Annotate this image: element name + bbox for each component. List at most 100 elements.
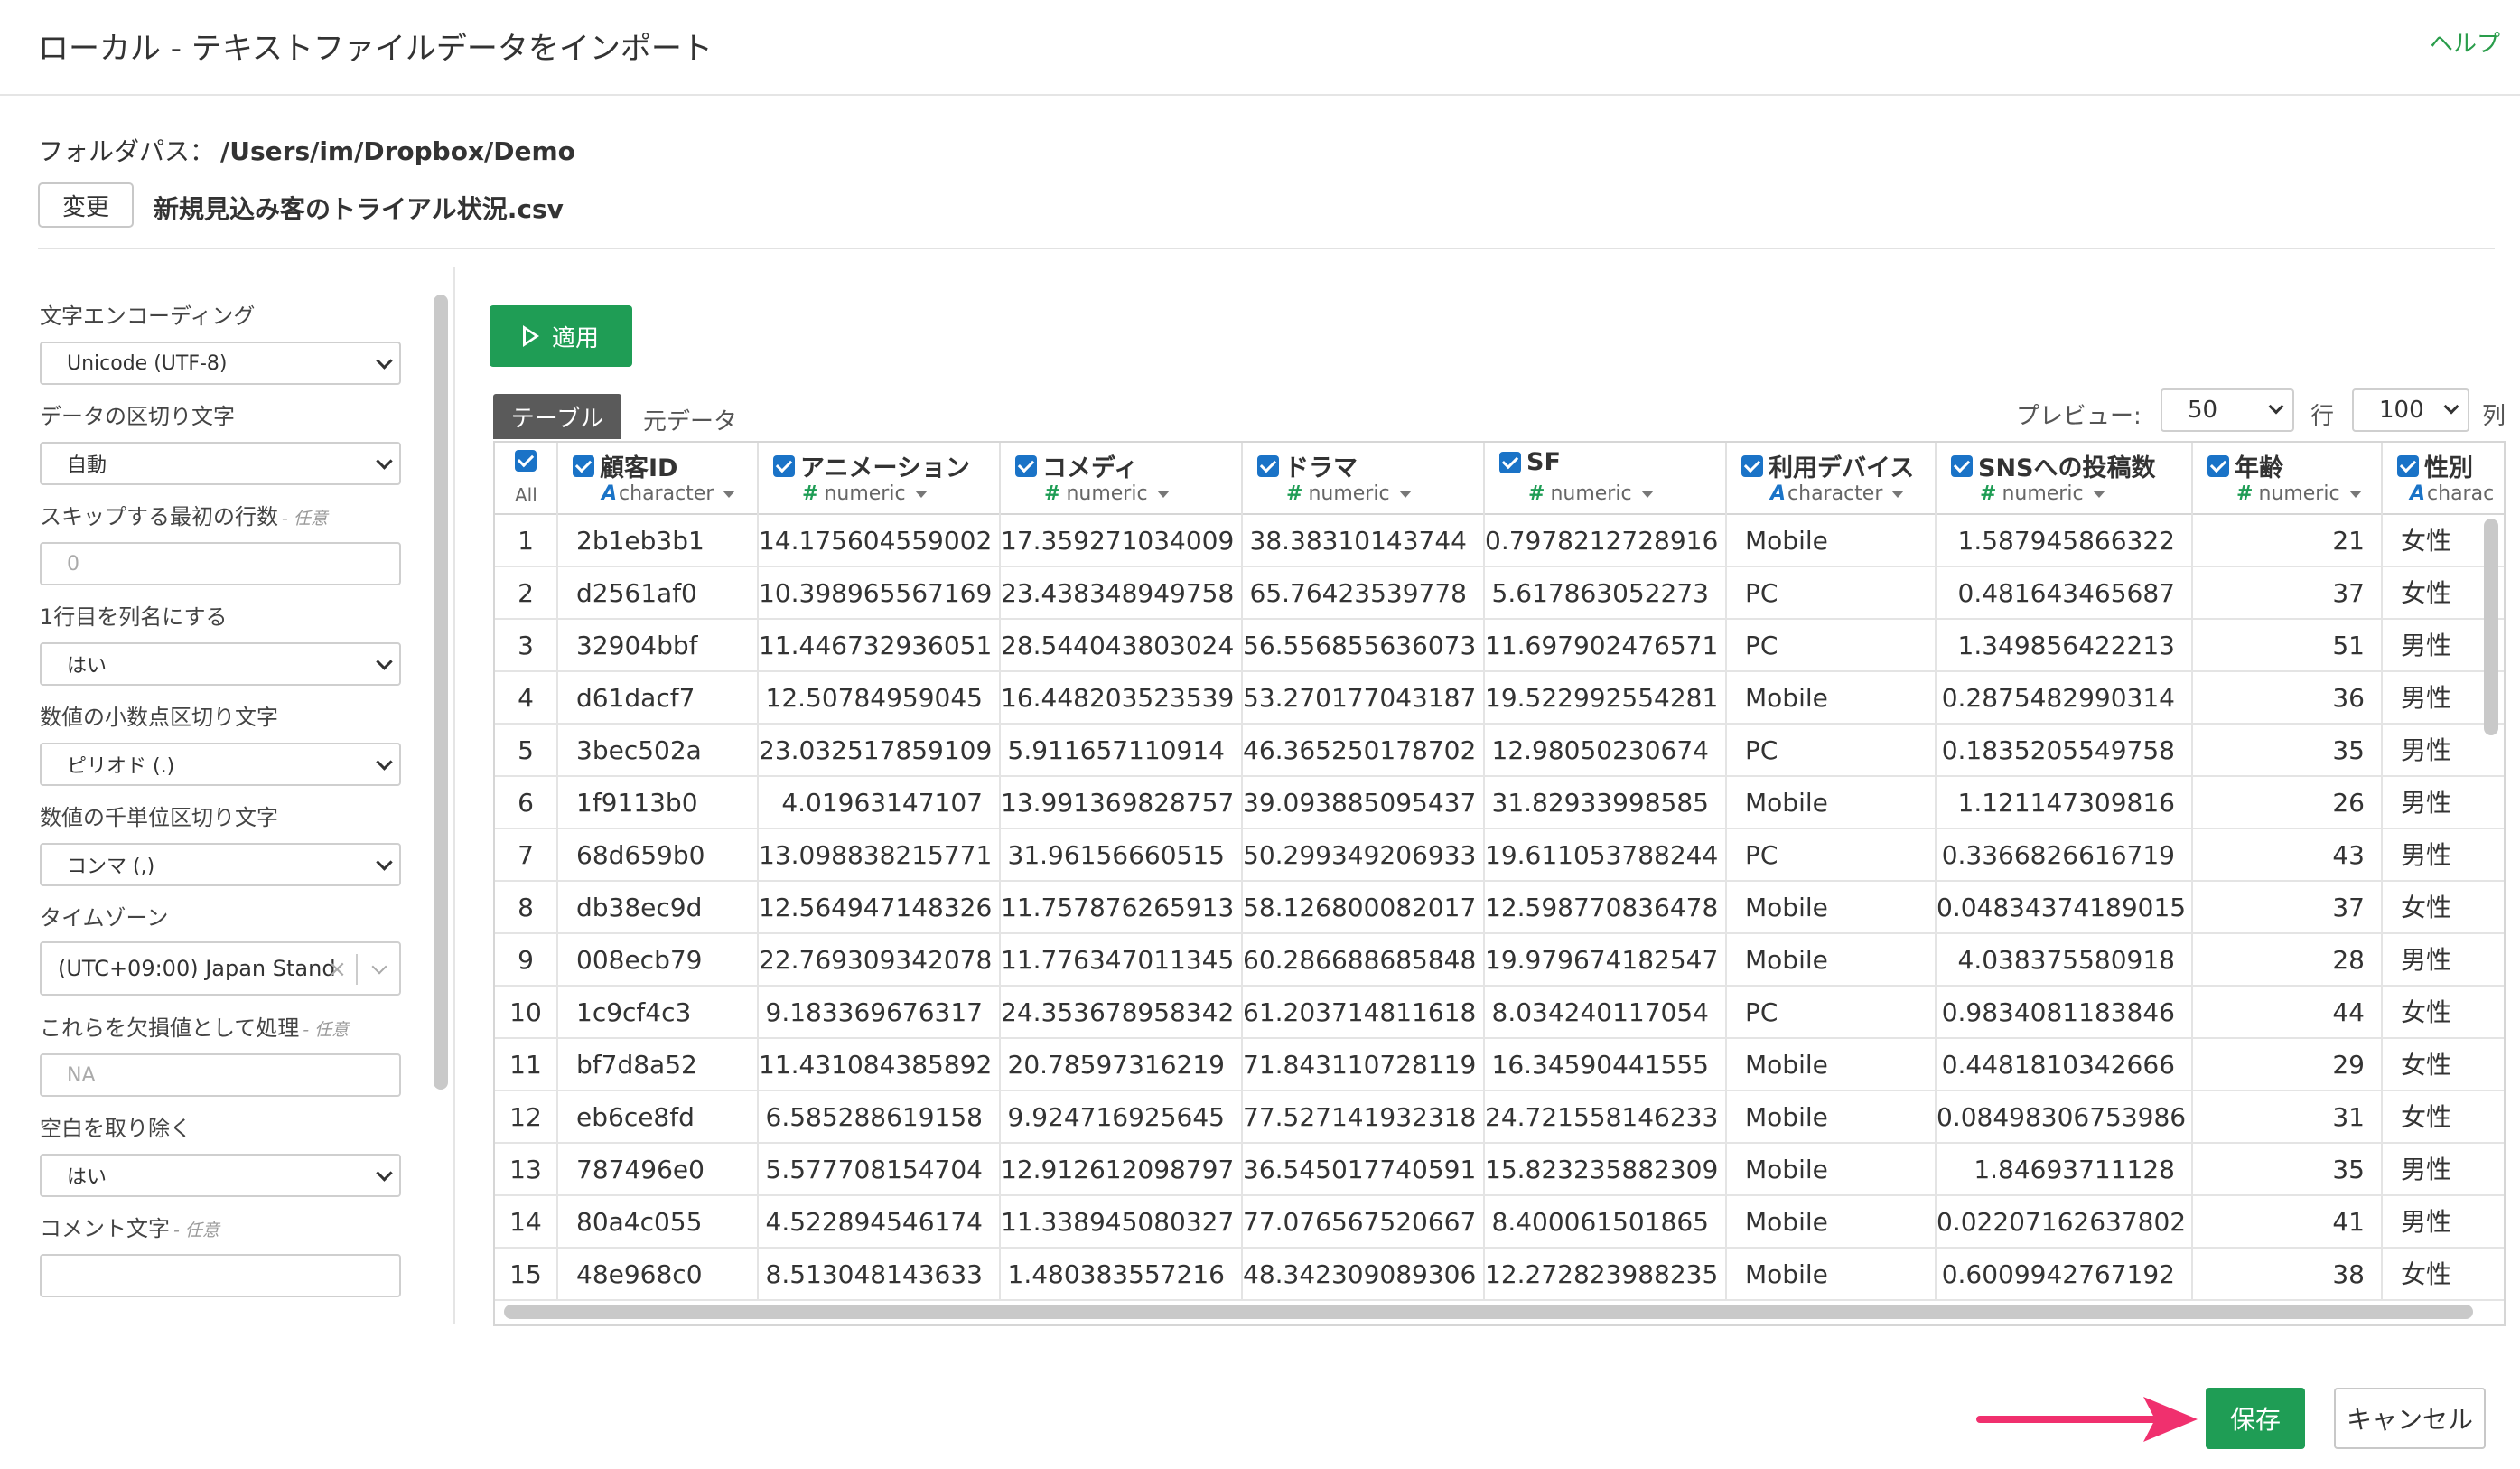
grid-header: All 顧客ID Acharacter アニメーション # numeric コメデ… <box>495 443 2504 515</box>
table-cell: 53.270177043187 <box>1243 672 1485 725</box>
column-type-dropdown[interactable]: # numeric <box>2236 482 2362 505</box>
table-cell: 23.438348949758 <box>1001 567 1243 620</box>
header-row-select[interactable]: はい <box>40 642 401 686</box>
na-values-label: これらを欠損値として処理 - 任意 <box>40 1010 401 1042</box>
save-button[interactable]: 保存 <box>2206 1388 2305 1449</box>
trim-ws-select[interactable]: はい <box>40 1154 401 1197</box>
column-checkbox[interactable] <box>1951 454 1973 477</box>
table-cell: 48.342309089306 <box>1243 1249 1485 1301</box>
row-index-cell: 3 <box>495 620 558 672</box>
table-cell: 51 <box>2193 620 2383 672</box>
table-cell: 58.126800082017 <box>1243 882 1485 934</box>
column-type-dropdown[interactable]: # numeric <box>1980 482 2105 505</box>
table-row: 12 eb6ce8fd 6.585288619158 9.924716925645 77… <box>495 1091 2504 1144</box>
column-checkbox[interactable] <box>1499 451 1521 473</box>
table-cell: PC <box>1727 987 1937 1039</box>
column-checkbox[interactable] <box>2207 454 2229 477</box>
table-cell: 50.299349206933 <box>1243 829 1485 882</box>
table-cell: 12.272823988235 <box>1485 1249 1727 1301</box>
table-cell: 28 <box>2193 934 2383 987</box>
caret-down-icon <box>2348 491 2362 498</box>
tab-raw-data[interactable]: 元データ <box>643 403 737 436</box>
row-index-cell: 4 <box>495 672 558 725</box>
grouping-mark-select[interactable]: コンマ (,) <box>40 843 401 886</box>
column-type-dropdown[interactable]: # numeric <box>1528 482 1654 505</box>
numeric-type-icon: # <box>1980 482 1997 505</box>
table-cell: 35 <box>2193 725 2383 777</box>
select-all-checkbox[interactable] <box>515 450 537 472</box>
column-checkbox[interactable] <box>1741 454 1763 477</box>
column-type-dropdown[interactable]: Acharacter <box>602 482 736 505</box>
preview-rows-select[interactable]: 50 <box>2161 388 2294 432</box>
delimiter-setting: データの区切り文字 自動 <box>40 398 401 485</box>
row-index-cell: 1 <box>495 515 558 567</box>
table-cell: PC <box>1727 725 1937 777</box>
preview-cols-value: 100 <box>2379 397 2424 424</box>
table-row: 14 80a4c055 4.522894546174 11.338945080327 7… <box>495 1196 2504 1249</box>
table-cell: Mobile <box>1727 1039 1937 1091</box>
table-cell: 5.577708154704 <box>759 1144 1001 1196</box>
column-type-dropdown[interactable]: # numeric <box>802 482 928 505</box>
table-cell: 24.721558146233 <box>1485 1091 1727 1144</box>
table-cell: 13.991369828757 <box>1001 777 1243 829</box>
na-values-input[interactable]: NA <box>40 1053 401 1097</box>
table-cell: 0.08498306753986 <box>1937 1091 2193 1144</box>
column-checkbox[interactable] <box>573 454 594 477</box>
table-cell: 女性 <box>2383 882 2504 934</box>
column-checkbox[interactable] <box>773 454 795 477</box>
grid-vertical-scrollbar[interactable] <box>2484 519 2498 735</box>
table-cell: 17.359271034009 <box>1001 515 1243 567</box>
column-type-dropdown[interactable]: Acharacter <box>1770 482 1905 505</box>
column-type-dropdown[interactable]: Acharac <box>2410 482 2494 505</box>
table-cell: 9.924716925645 <box>1001 1091 1243 1144</box>
help-link[interactable]: ヘルプ <box>2430 25 2500 59</box>
table-cell: 31.82933998585 <box>1485 777 1727 829</box>
grid-horizontal-scrollbar[interactable] <box>504 1305 2473 1319</box>
timezone-select[interactable]: (UTC+09:00) Japan Stand × <box>40 941 401 996</box>
row-index-cell: 7 <box>495 829 558 882</box>
select-separator <box>356 954 358 985</box>
column-checkbox[interactable] <box>2397 454 2419 477</box>
table-cell: 15.823235882309 <box>1485 1144 1727 1196</box>
preview-cols-select[interactable]: 100 <box>2352 388 2469 432</box>
table-cell: 男性 <box>2383 829 2504 882</box>
table-cell: 男性 <box>2383 777 2504 829</box>
table-cell: 21 <box>2193 515 2383 567</box>
column-checkbox[interactable] <box>1015 454 1037 477</box>
column-name-text: 利用デバイス <box>1769 454 1915 482</box>
table-cell: 77.527141932318 <box>1243 1091 1485 1144</box>
table-cell: Mobile <box>1727 882 1937 934</box>
encoding-select[interactable]: Unicode (UTF-8) <box>40 342 401 385</box>
column-name-text: SF <box>1526 448 1561 476</box>
clear-icon[interactable]: × <box>327 956 347 983</box>
table-cell: 71.843110728119 <box>1243 1039 1485 1091</box>
table-cell: Mobile <box>1727 1249 1937 1301</box>
column-checkbox[interactable] <box>1257 454 1279 477</box>
table-row: 13 787496e0 5.577708154704 12.912612098797 3… <box>495 1144 2504 1196</box>
cols-unit-label: 列 <box>2482 403 2506 430</box>
table-cell: 女性 <box>2383 987 2504 1039</box>
settings-scrollbar[interactable] <box>434 295 448 1090</box>
row-index-cell: 8 <box>495 882 558 934</box>
table-cell: bf7d8a52 <box>558 1039 759 1091</box>
decimal-mark-select[interactable]: ピリオド (.) <box>40 743 401 786</box>
column-type-text: numeric <box>1066 482 1148 505</box>
column-name: ドラマ <box>1257 448 1358 483</box>
table-cell: 女性 <box>2383 1039 2504 1091</box>
tab-table[interactable]: テーブル <box>493 394 621 439</box>
encoding-label: 文字エンコーディング <box>40 304 256 329</box>
chevron-down-icon <box>376 753 393 771</box>
cancel-button[interactable]: キャンセル <box>2334 1388 2486 1449</box>
column-type-text: character <box>619 482 714 505</box>
table-cell: 12.912612098797 <box>1001 1144 1243 1196</box>
delimiter-select[interactable]: 自動 <box>40 442 401 485</box>
apply-button[interactable]: 適用 <box>490 305 632 367</box>
comment-input[interactable] <box>40 1254 401 1297</box>
header-row-label: 1行目を列名にする <box>40 604 228 630</box>
skip-rows-input[interactable]: 0 <box>40 542 401 585</box>
column-type-dropdown[interactable]: # numeric <box>1044 482 1170 505</box>
table-cell: 1.587945866322 <box>1937 515 2193 567</box>
change-folder-button[interactable]: 変更 <box>38 182 134 228</box>
table-cell: 16.448203523539 <box>1001 672 1243 725</box>
column-type-dropdown[interactable]: # numeric <box>1286 482 1412 505</box>
